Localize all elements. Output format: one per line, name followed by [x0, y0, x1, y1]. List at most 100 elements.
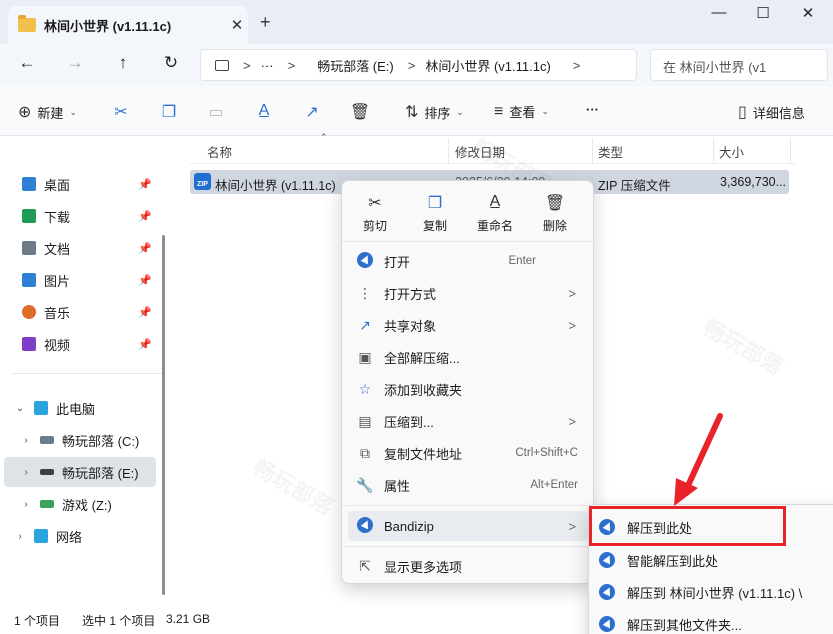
sidebar-item-drive-e[interactable]: › 畅玩部落 (E:)	[4, 457, 156, 487]
cut-action[interactable]: ✂ 剪切	[350, 193, 400, 234]
bandizip-icon	[599, 552, 615, 568]
chevron-down-icon[interactable]: ⌄	[12, 403, 28, 414]
delete-action[interactable]: 🗑 删除	[530, 193, 580, 234]
up-button[interactable]: ↑	[110, 53, 136, 77]
breadcrumb-folder[interactable]: 林间小世界 (v1.11.1c)	[425, 56, 550, 75]
network-icon	[34, 529, 48, 543]
menu-item-copy-path[interactable]: ⧉ 复制文件地址 Ctrl+Shift+C	[348, 438, 588, 468]
selected-count: 选中 1 个项目	[82, 614, 156, 628]
video-icon	[22, 337, 36, 351]
sidebar-item-music[interactable]: 音乐 📌	[0, 297, 160, 327]
command-bar: ⊕ 新建 ⌄ ✂ ❐ ▭ A̲ ↗ 🗑 ⇅ 排序 ⌄ ≡ 查看 ⌄ ··· ▯ …	[0, 86, 833, 136]
breadcrumb-more[interactable]: ···	[261, 58, 274, 73]
share-button[interactable]: ↗	[305, 102, 325, 122]
menu-item-extract-all[interactable]: ▣ 全部解压缩...	[348, 342, 588, 372]
submenu-item-smart-extract[interactable]: 智能解压到此处	[599, 545, 833, 575]
cut-button[interactable]: ✂	[114, 102, 134, 122]
clipboard-icon: ▭	[208, 104, 224, 121]
extract-icon: ▣	[358, 349, 372, 365]
column-type[interactable]: 类型	[598, 142, 623, 161]
submenu-item-extract-to-folder[interactable]: 解压到 林间小世界 (v1.11.1c) \	[599, 577, 833, 607]
submenu-item-label: 智能解压到此处	[627, 553, 719, 569]
refresh-button[interactable]: ↻	[158, 53, 184, 77]
close-button[interactable]: ✕	[793, 4, 823, 22]
sidebar-scrollbar[interactable]	[162, 235, 165, 595]
sidebar-item-downloads[interactable]: 下载 📌	[0, 201, 160, 231]
rename-action[interactable]: A̲ 重命名	[470, 193, 520, 234]
menu-item-more-options[interactable]: ⇱ 显示更多选项	[348, 551, 588, 581]
column-date[interactable]: 修改日期	[455, 142, 505, 161]
new-button[interactable]: ⊕ 新建 ⌄	[18, 102, 77, 122]
column-separator[interactable]	[713, 138, 714, 164]
menu-item-label: 共享对象	[384, 318, 437, 334]
bandizip-open-icon	[356, 252, 374, 270]
zip-file-icon: ZIP	[194, 173, 211, 190]
view-icon: ≡	[494, 102, 504, 120]
search-input[interactable]: 在 林间小世界 (v1	[650, 49, 828, 81]
view-button[interactable]: ≡ 查看 ⌄	[494, 102, 549, 121]
sidebar-item-drive-c[interactable]: › 畅玩部落 (C:)	[0, 425, 160, 455]
menu-shortcut: Enter	[508, 255, 537, 267]
submenu-item-extract-other[interactable]: 解压到其他文件夹...	[599, 609, 833, 634]
back-button[interactable]: ←	[14, 53, 40, 77]
minimize-button[interactable]: —	[704, 4, 734, 21]
file-type: ZIP 压缩文件	[598, 179, 671, 193]
document-icon	[22, 241, 36, 255]
forward-button[interactable]: →	[62, 53, 88, 77]
menu-item-open[interactable]: 打开 Enter	[348, 246, 588, 276]
copy-button[interactable]: ❐	[162, 102, 182, 122]
folder-icon	[18, 15, 36, 32]
sidebar-item-pictures[interactable]: 图片 📌	[0, 265, 160, 295]
new-tab-button[interactable]: +	[260, 12, 271, 33]
sidebar-item-documents[interactable]: 文档 📌	[0, 233, 160, 263]
menu-item-share[interactable]: ↗ 共享对象 >	[348, 310, 588, 340]
red-arrow-icon	[674, 413, 723, 506]
chevron-right-icon[interactable]: ›	[18, 499, 34, 510]
drive-icon	[40, 500, 54, 508]
more-button[interactable]: ···	[586, 102, 599, 117]
column-size[interactable]: 大小	[719, 142, 744, 161]
breadcrumb-drive[interactable]: 畅玩部落 (E:)	[317, 56, 394, 75]
sort-button[interactable]: ⇅ 排序 ⌄	[405, 102, 464, 122]
tab-current[interactable]: 林间小世界 (v1.11.1c) ✕	[8, 6, 248, 44]
tab-close-icon[interactable]: ✕	[226, 16, 248, 34]
chevron-down-icon: ⌄	[456, 106, 464, 117]
breadcrumb-separator: >	[243, 57, 251, 73]
column-separator[interactable]	[592, 138, 593, 164]
column-separator[interactable]	[790, 138, 791, 164]
breadcrumb-separator: >	[407, 57, 416, 73]
details-button[interactable]: ▯ 详细信息	[738, 102, 805, 122]
chevron-right-icon[interactable]: ›	[12, 531, 28, 542]
maximize-button[interactable]: ☐	[748, 4, 778, 22]
chevron-right-icon[interactable]: ›	[18, 435, 34, 446]
column-name[interactable]: 名称	[207, 142, 232, 161]
menu-item-favorite[interactable]: ☆ 添加到收藏夹	[348, 374, 588, 404]
menu-item-properties[interactable]: 🔧 属性 Alt+Enter	[348, 470, 588, 500]
menu-item-open-with[interactable]: ⋮ 打开方式 >	[348, 278, 588, 308]
desktop-icon	[22, 177, 36, 191]
menu-item-compress[interactable]: ▤ 压缩到... >	[348, 406, 588, 436]
menu-item-bandizip[interactable]: Bandizip >	[348, 511, 588, 541]
rename-button[interactable]: A̲	[257, 102, 277, 120]
copy-icon: ❐	[161, 104, 177, 121]
scissors-icon: ✂	[114, 104, 128, 121]
copy-action[interactable]: ❐ 复制	[410, 193, 460, 234]
chevron-right-icon[interactable]: ›	[18, 467, 34, 478]
delete-button[interactable]: 🗑	[350, 102, 373, 122]
sidebar-item-label: 畅玩部落 (C:)	[62, 433, 140, 449]
sidebar-item-videos[interactable]: 视频 📌	[0, 329, 160, 359]
selected-size: 3.21 GB	[166, 612, 211, 626]
column-separator[interactable]	[448, 138, 449, 164]
address-bar[interactable]: > ··· > 畅玩部落 (E:) > 林间小世界 (v1.11.1c) >	[200, 49, 637, 81]
pin-icon: 📌	[138, 338, 152, 351]
sidebar-divider	[12, 373, 162, 374]
sidebar-item-desktop[interactable]: 桌面 📌	[0, 169, 160, 199]
cut-label: 剪切	[362, 219, 387, 233]
drive-icon	[40, 436, 54, 444]
menu-item-label: 全部解压缩...	[384, 350, 460, 366]
sidebar-item-drive-z[interactable]: › 游戏 (Z:)	[0, 489, 160, 519]
sidebar-item-network[interactable]: › 网络	[0, 521, 160, 551]
sidebar-item-label: 畅玩部落 (E:)	[62, 465, 139, 481]
sidebar-item-this-pc[interactable]: ⌄ 此电脑	[0, 393, 160, 423]
paste-button[interactable]: ▭	[208, 102, 229, 122]
